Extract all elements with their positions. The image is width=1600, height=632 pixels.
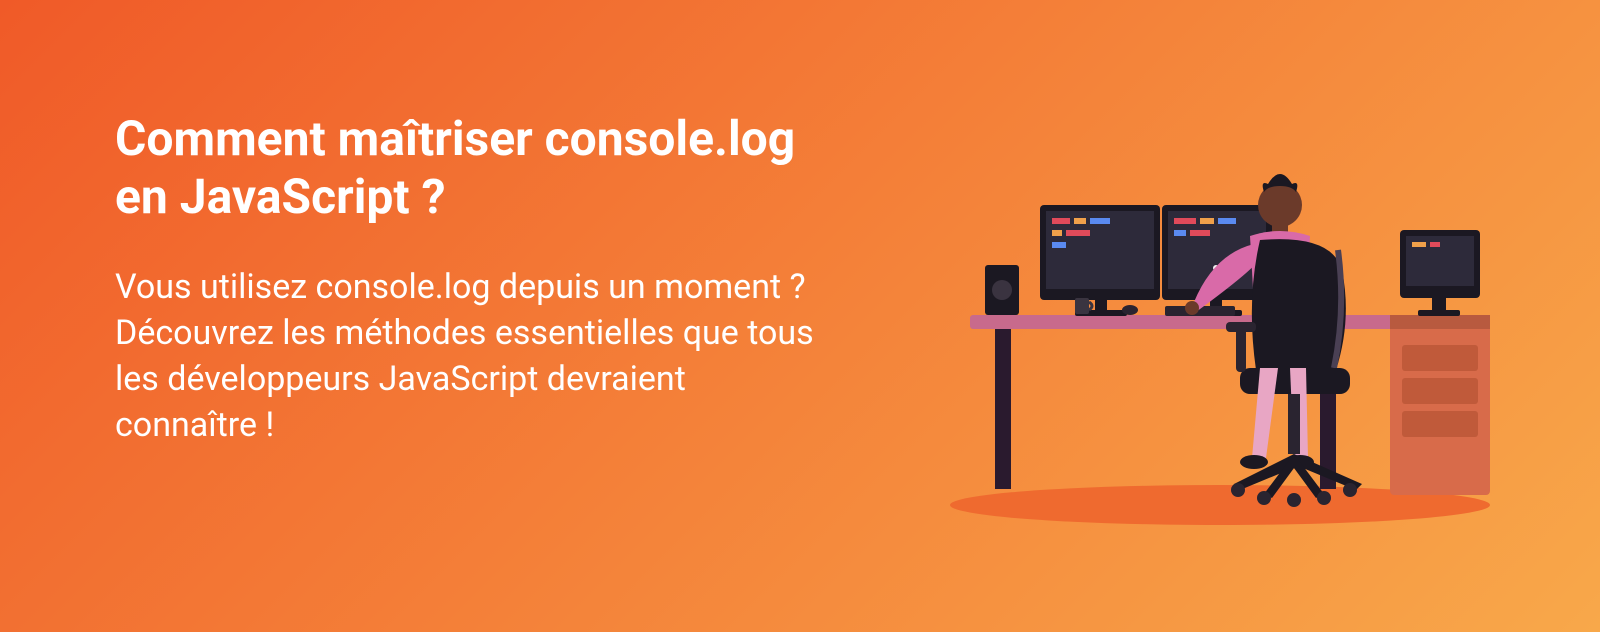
hero-subtitle: Vous utilisez console.log depuis un mome… [115, 265, 835, 449]
hero-content: Comment maîtriser console.log en JavaScr… [115, 110, 835, 449]
hero-title: Comment maîtriser console.log en JavaScr… [115, 110, 835, 225]
developer-at-desk-icon [940, 150, 1500, 530]
